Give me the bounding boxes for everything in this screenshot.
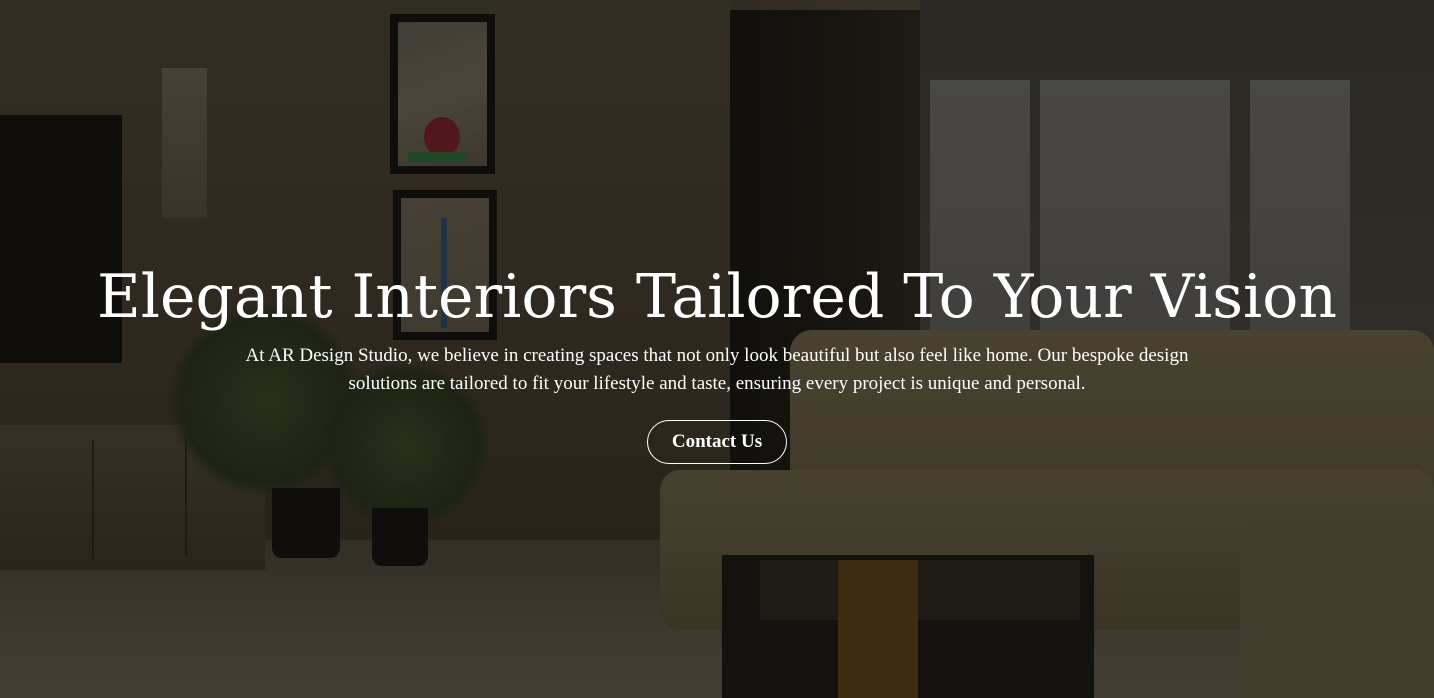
hero-content: Elegant Interiors Tailored To Your Visio… — [0, 258, 1434, 464]
hero-headline: Elegant Interiors Tailored To Your Visio… — [97, 262, 1337, 332]
hero-subtext: At AR Design Studio, we believe in creat… — [245, 345, 1189, 394]
hero-section: Elegant Interiors Tailored To Your Visio… — [0, 0, 1434, 698]
contact-us-button[interactable]: Contact Us — [646, 420, 788, 464]
